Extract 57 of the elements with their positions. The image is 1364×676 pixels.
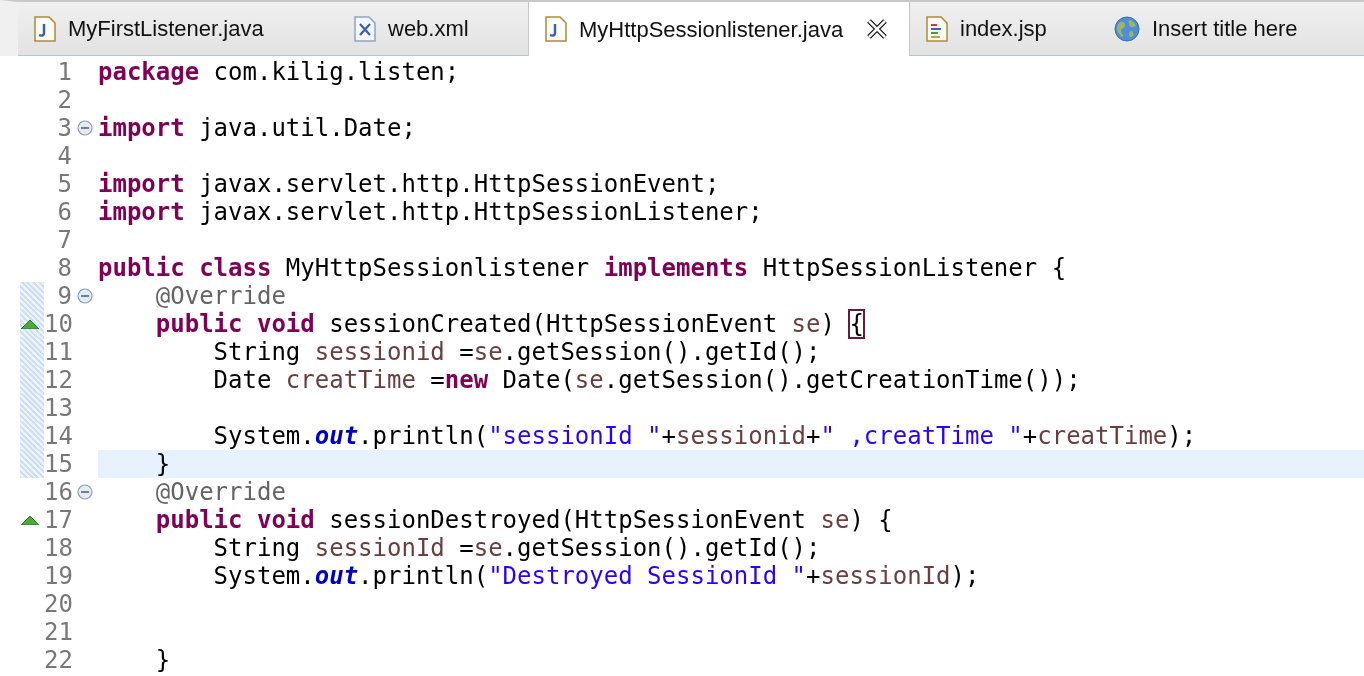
line-number: 18 — [44, 534, 72, 562]
line-number: 8 — [56, 254, 72, 282]
line-number: 21 — [44, 618, 72, 646]
java-file-icon — [545, 16, 567, 42]
line-number: 19 — [44, 562, 72, 590]
editor-tab[interactable]: index.jsp — [910, 2, 1098, 56]
code-line: System.out.println("Destroyed SessionId "+sessionId); — [212, 562, 980, 590]
line-number: 1 — [56, 58, 72, 86]
line-number: 10 — [44, 310, 72, 338]
code-line: import javax.servlet.http.HttpSessionListener; — [98, 198, 763, 226]
code-line: } — [154, 646, 171, 674]
code-line: public void sessionCreated(HttpSessionEvent se) { — [154, 310, 864, 338]
globe-icon — [1114, 15, 1140, 42]
line-number: 14 — [44, 422, 72, 450]
editor-tab[interactable]: Insert title here — [1098, 2, 1364, 56]
line-number: 20 — [44, 590, 72, 618]
tab-label: web.xml — [388, 15, 469, 43]
code-line: package com.kilig.listen; — [98, 58, 460, 86]
line-number: 13 — [44, 394, 72, 422]
code-line: import java.util.Date; — [98, 114, 416, 142]
line-number: 12 — [44, 366, 72, 394]
line-number: 7 — [56, 226, 72, 254]
collapse-icon[interactable] — [77, 120, 93, 136]
line-number: 15 — [44, 450, 72, 478]
line-number: 9 — [56, 282, 72, 310]
line-number: 4 — [56, 142, 72, 170]
tab-label: index.jsp — [960, 15, 1047, 43]
code-line: String sessionid =se.getSession().getId(); — [212, 338, 821, 366]
tab-label: Insert title here — [1152, 15, 1298, 43]
code-line: Date creatTime =new Date(se.getSession().getCreationTime()); — [212, 366, 1081, 394]
collapse-icon[interactable] — [77, 484, 93, 500]
line-number: 6 — [56, 198, 72, 226]
code-line: public void sessionDestroyed(HttpSessionEvent se) { — [154, 506, 893, 534]
java-file-icon — [34, 15, 56, 42]
line-number: 11 — [44, 338, 72, 366]
code-line: @Override — [154, 478, 286, 506]
line-number: 3 — [56, 114, 72, 142]
code-line: public class MyHttpSessionlistener implements HttpSessionListener { — [98, 254, 1067, 282]
collapse-icon[interactable] — [77, 288, 93, 304]
editor-tab[interactable]: MyFirstListener.java — [18, 2, 338, 56]
line-number: 16 — [44, 478, 72, 506]
tab-label: MyHttpSessionlistener.java — [579, 15, 844, 44]
code-line: String sessionId =se.getSession().getId(); — [212, 534, 821, 562]
code-line: @Override — [154, 282, 286, 310]
code-line: System.out.println("sessionId "+sessionid+" ,creatTime "+creatTime); — [212, 422, 1197, 450]
code-line: } — [154, 450, 171, 478]
tab-label: MyFirstListener.java — [68, 15, 264, 43]
line-number: 2 — [56, 86, 72, 114]
line-number: 5 — [56, 170, 72, 198]
editor-tab[interactable]: web.xml — [338, 2, 528, 56]
line-number: 22 — [44, 646, 72, 674]
line-number: 17 — [44, 506, 72, 534]
jsp-file-icon — [926, 15, 948, 42]
editor-tab[interactable]: MyHttpSessionlistener.java — [528, 2, 910, 56]
code-line: import javax.servlet.http.HttpSessionEvent; — [98, 170, 720, 198]
close-icon[interactable] — [867, 19, 888, 39]
xml-file-icon — [354, 15, 376, 42]
